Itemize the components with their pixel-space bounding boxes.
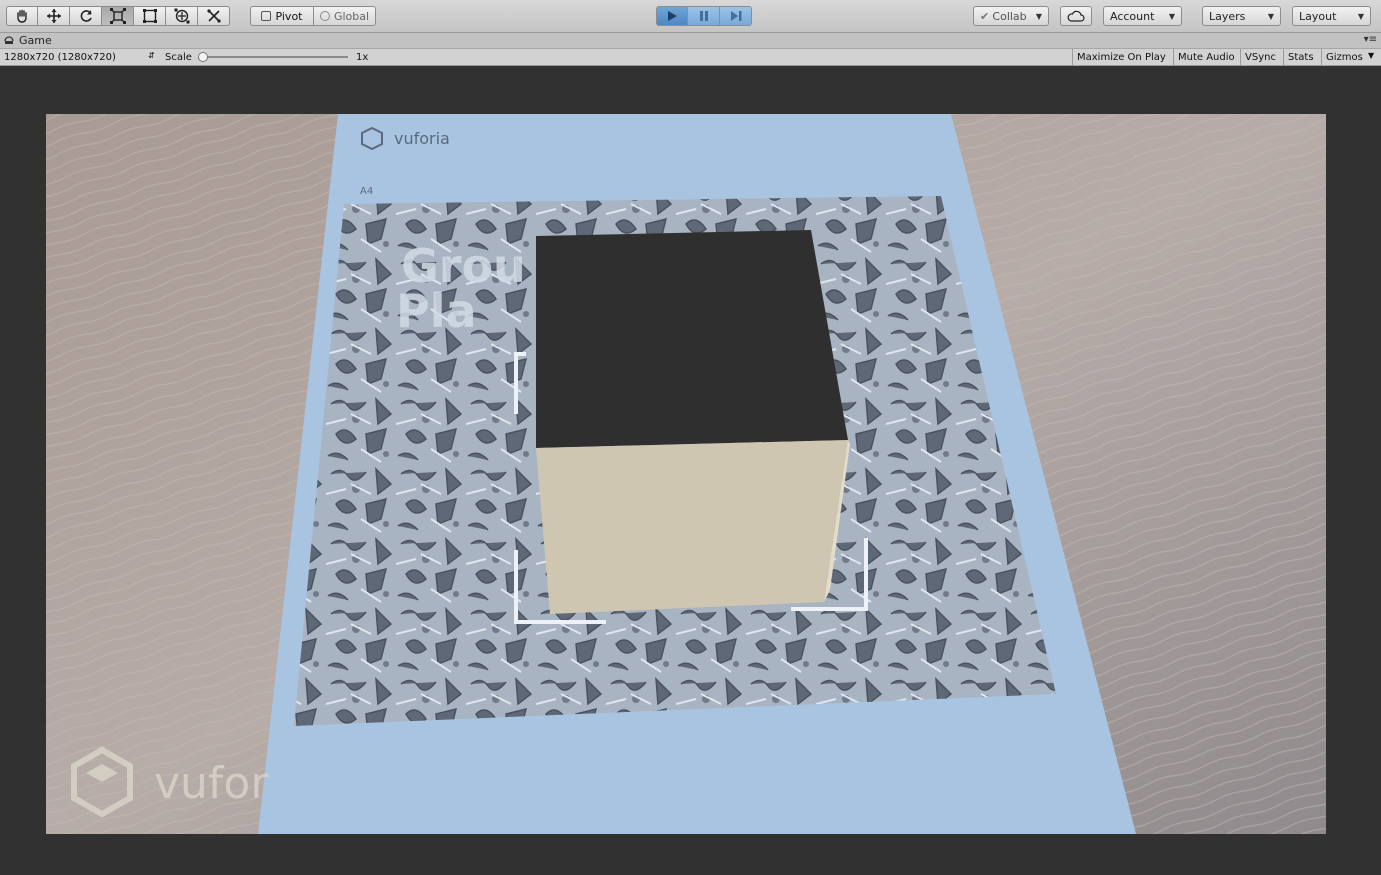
ar-scene: vuforia A4 Grou Pla vufor [46, 114, 1326, 834]
game-tab[interactable]: Game [0, 33, 62, 48]
scale-slider-track[interactable] [200, 56, 348, 58]
play-button[interactable] [656, 6, 688, 26]
chevron-down-icon: ▼ [1168, 11, 1175, 21]
vsync-toggle[interactable]: VSync [1240, 49, 1280, 65]
transform-tools [6, 6, 230, 26]
custom-tool-button[interactable] [198, 6, 230, 26]
layout-dropdown[interactable]: Layout ▼ [1292, 6, 1371, 26]
globe-icon [319, 11, 330, 21]
scale-label: Scale [165, 51, 192, 63]
rect-icon [142, 9, 157, 23]
cloud-icon [1067, 10, 1085, 22]
pivot-label: Pivot [275, 9, 303, 23]
resolution-dropdown[interactable]: 1280x720 (1280x720) [4, 50, 116, 64]
scale-slider-thumb[interactable] [198, 52, 208, 62]
layers-label: Layers [1209, 9, 1246, 23]
playmode-controls [656, 6, 752, 26]
cube-front-face [536, 440, 848, 614]
rotate-icon [80, 10, 92, 22]
hand-tool-button[interactable] [6, 6, 38, 26]
updown-arrows-icon: ⇵ [148, 51, 155, 60]
pause-button[interactable] [688, 6, 720, 26]
stats-toggle[interactable]: Stats [1283, 49, 1318, 65]
collab-dropdown[interactable]: ✔ Collab ▼ [973, 6, 1049, 26]
move-icon [46, 9, 61, 23]
game-tab-label: Game [19, 34, 52, 47]
play-icon [668, 11, 677, 21]
target-title-line2: Pla [396, 284, 477, 338]
target-brand: vuforia [394, 129, 450, 148]
layout-label: Layout [1299, 9, 1337, 23]
pivot-button[interactable]: Pivot [250, 6, 314, 26]
maximize-on-play-toggle[interactable]: Maximize On Play [1072, 49, 1170, 65]
collab-label: Collab [992, 9, 1027, 23]
game-viewport[interactable]: vuforia A4 Grou Pla vufor [46, 114, 1326, 834]
game-view-toolbar: 1280x720 (1280x720) ⇵ Scale 1x Maximize … [0, 49, 1381, 66]
tab-menu-icon[interactable]: ▾≡ [1364, 34, 1377, 45]
global-label: Global [333, 9, 370, 23]
custom-tool-icon [206, 9, 221, 23]
pause-icon [699, 11, 708, 21]
account-label: Account [1110, 9, 1155, 23]
main-toolbar: Pivot Global ✔ Collab ▼ Account ▼ Layers… [0, 0, 1381, 33]
game-tab-bar: Game ▾≡ [0, 33, 1381, 49]
paper-size-label: A4 [360, 186, 373, 197]
transform-icon [174, 8, 189, 24]
cloud-button[interactable] [1060, 6, 1092, 26]
scale-icon [109, 8, 126, 24]
chevron-down-icon: ▼ [1035, 11, 1042, 21]
account-dropdown[interactable]: Account ▼ [1103, 6, 1182, 26]
step-button[interactable] [720, 6, 752, 26]
chevron-down-icon: ▼ [1267, 11, 1274, 21]
move-tool-button[interactable] [38, 6, 70, 26]
pivot-icon [261, 11, 272, 21]
watermark-brand: vufor [154, 758, 269, 809]
rect-tool-button[interactable] [134, 6, 166, 26]
gizmos-label: Gizmos [1326, 51, 1363, 63]
layers-dropdown[interactable]: Layers ▼ [1202, 6, 1281, 26]
rotate-tool-button[interactable] [70, 6, 102, 26]
hand-icon [17, 9, 27, 23]
transform-tool-button[interactable] [166, 6, 198, 26]
pivot-global-toggle: Pivot Global [250, 6, 376, 26]
global-button[interactable]: Global [314, 6, 376, 26]
cube-top-face [536, 230, 848, 448]
step-icon [730, 11, 741, 21]
scale-tool-button[interactable] [102, 6, 134, 26]
check-icon: ✔ [980, 9, 990, 23]
mute-audio-toggle[interactable]: Mute Audio [1173, 49, 1239, 65]
chevron-down-icon: ▼ [1368, 51, 1375, 60]
game-icon [4, 35, 14, 44]
scale-value: 1x [356, 51, 369, 63]
chevron-down-icon: ▼ [1357, 11, 1364, 21]
